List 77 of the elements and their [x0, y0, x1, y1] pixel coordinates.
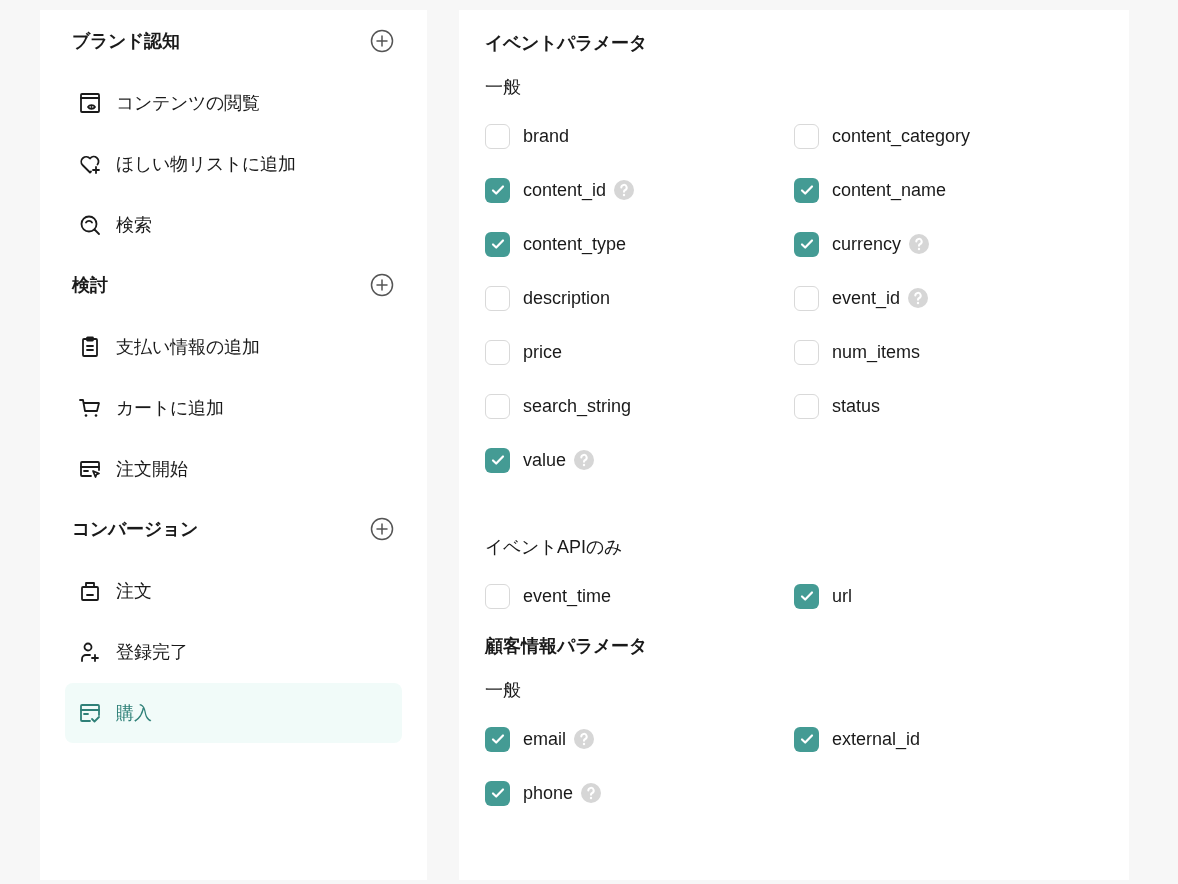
- checkmark-icon: [798, 731, 815, 747]
- checkbox-label: content_category: [832, 124, 971, 149]
- help-icon[interactable]: [908, 288, 929, 308]
- checkbox[interactable]: [794, 231, 819, 257]
- checkbox[interactable]: [794, 583, 819, 609]
- sidebar-item[interactable]: 検索: [65, 195, 402, 255]
- checkbox-label: value: [523, 448, 567, 472]
- section-heading: コンバージョン: [72, 517, 198, 541]
- help-icon[interactable]: [574, 450, 595, 470]
- section-heading: イベントパラメータ: [485, 31, 647, 55]
- checkbox[interactable]: [485, 726, 510, 752]
- checkbox[interactable]: [794, 123, 819, 149]
- checkmark-icon: [798, 588, 815, 604]
- sidebar-item[interactable]: 支払い情報の追加: [65, 317, 402, 377]
- sidebar-item[interactable]: 注文開始: [65, 439, 402, 499]
- browser-eye-icon: [78, 91, 102, 115]
- sidebar-item[interactable]: コンテンツの閲覧: [65, 73, 402, 133]
- checkbox[interactable]: [485, 393, 510, 419]
- sidebar-item[interactable]: 注文: [65, 561, 402, 621]
- checkbox-label: price: [523, 340, 562, 364]
- checkbox-label: search_string: [523, 394, 632, 419]
- checkbox[interactable]: [794, 177, 819, 203]
- checkbox[interactable]: [794, 339, 819, 365]
- checkbox[interactable]: [794, 393, 819, 419]
- user-plus-icon: [78, 640, 102, 664]
- checkbox-label: status: [832, 394, 881, 418]
- checkbox[interactable]: [794, 285, 819, 311]
- cart-icon: [78, 396, 102, 420]
- checkbox-label: event_id: [832, 286, 901, 311]
- add-circle-icon[interactable]: [370, 29, 394, 53]
- checkbox-label: brand: [523, 124, 570, 148]
- section-heading: ブランド認知: [72, 29, 180, 53]
- add-circle-icon[interactable]: [370, 273, 394, 297]
- checkbox-label: event_time: [523, 584, 612, 609]
- checkmark-icon: [489, 731, 506, 747]
- help-icon[interactable]: [614, 180, 635, 200]
- checkmark-icon: [798, 182, 815, 198]
- checkbox[interactable]: [794, 726, 819, 752]
- checkbox-label: content_id: [523, 178, 607, 203]
- checkmark-icon: [489, 182, 506, 198]
- group-heading: 一般: [485, 75, 521, 99]
- group-heading: 一般: [485, 678, 521, 702]
- bag-icon: [78, 579, 102, 603]
- checkbox-label: url: [832, 584, 852, 608]
- checkmark-icon: [489, 236, 506, 252]
- checkbox-label: currency: [832, 232, 902, 256]
- help-icon[interactable]: [581, 783, 602, 803]
- add-circle-icon[interactable]: [370, 517, 394, 541]
- checkbox[interactable]: [485, 447, 510, 473]
- checkbox[interactable]: [485, 780, 510, 806]
- group-heading: イベントAPIのみ: [485, 535, 622, 559]
- checkbox[interactable]: [485, 583, 510, 609]
- card-check-icon: [78, 701, 102, 725]
- section-heading: 顧客情報パラメータ: [485, 634, 647, 658]
- checkbox-label: phone: [523, 781, 574, 805]
- checkmark-icon: [798, 236, 815, 252]
- checkbox[interactable]: [485, 123, 510, 149]
- checkmark-icon: [489, 785, 506, 801]
- checkbox[interactable]: [485, 231, 510, 257]
- section-heading: 検討: [72, 273, 108, 297]
- checkbox[interactable]: [485, 339, 510, 365]
- checkbox-label: external_id: [832, 727, 921, 752]
- checkbox[interactable]: [485, 177, 510, 203]
- help-icon[interactable]: [909, 234, 930, 254]
- sidebar-item[interactable]: 登録完了: [65, 622, 402, 682]
- checkbox-label: num_items: [832, 340, 921, 365]
- search-icon: [78, 213, 102, 237]
- checkbox-label: content_name: [832, 178, 947, 203]
- sidebar-item[interactable]: ほしい物リストに追加: [65, 134, 402, 194]
- checkbox[interactable]: [485, 285, 510, 311]
- checkbox-label: description: [523, 286, 611, 310]
- sidebar-item[interactable]: カートに追加: [65, 378, 402, 438]
- help-icon[interactable]: [574, 729, 594, 749]
- checkbox-label: email: [523, 727, 566, 751]
- checkmark-icon: [489, 452, 506, 468]
- checkbox-label: content_type: [523, 232, 627, 257]
- sidebar-item[interactable]: 購入: [65, 683, 402, 743]
